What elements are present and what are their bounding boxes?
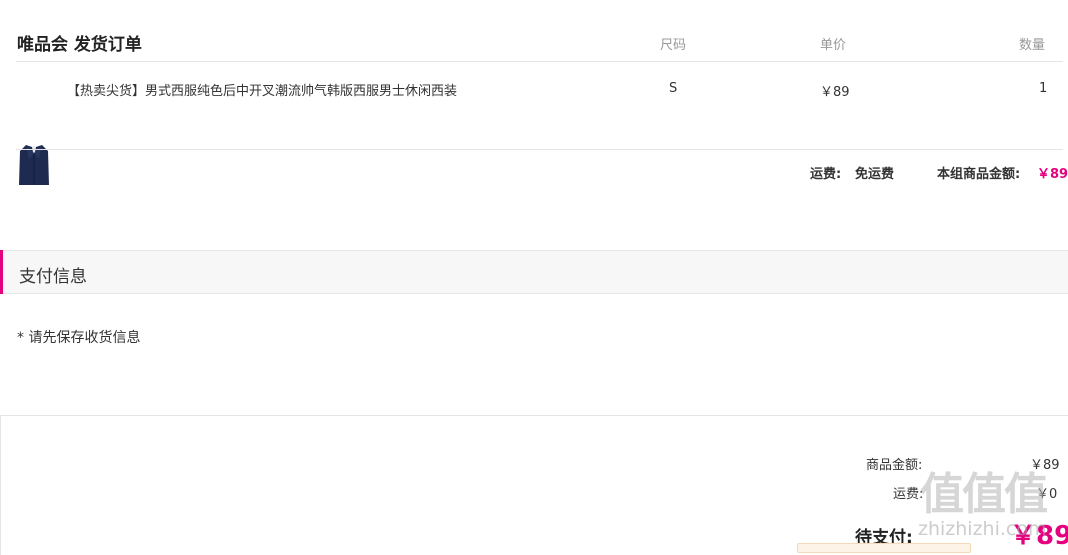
payment-notice: * 请先保存收货信息 <box>17 330 141 346</box>
product-qty: 1 <box>1039 81 1048 96</box>
section-accent-bar <box>0 250 3 294</box>
pay-button[interactable] <box>797 543 971 553</box>
product-name-link[interactable]: 【热卖尖货】男式西服纯色后中开叉潮流帅气韩版西服男士休闲西装 <box>67 80 457 99</box>
order-title: 唯品会 发货订单 <box>17 35 142 55</box>
column-header-size: 尺码 <box>660 38 687 53</box>
summary-shipping-label: 运费: <box>893 487 924 502</box>
column-header-qty: 数量 <box>1019 38 1046 53</box>
table-row: 【热卖尖货】男式西服纯色后中开叉潮流帅气韩版西服男士休闲西装 S ￥89 1 <box>0 62 1068 185</box>
divider <box>16 149 1063 150</box>
shipping-label: 运费: <box>810 167 842 182</box>
product-size: S <box>669 81 678 96</box>
product-price: ￥89 <box>820 85 850 100</box>
watermark-url: zhizhizhi.com <box>918 518 1047 540</box>
column-header-price: 单价 <box>820 38 847 53</box>
group-total-value: ￥89 <box>1037 167 1068 182</box>
watermark-logo: 值值值 <box>920 469 1048 520</box>
payment-section-header <box>0 250 1068 294</box>
group-total-label: 本组商品金额: <box>937 167 1021 182</box>
payment-section-title: 支付信息 <box>19 267 87 287</box>
shipping-value: 免运费 <box>855 167 895 182</box>
goods-amount-label: 商品金额: <box>866 458 923 473</box>
